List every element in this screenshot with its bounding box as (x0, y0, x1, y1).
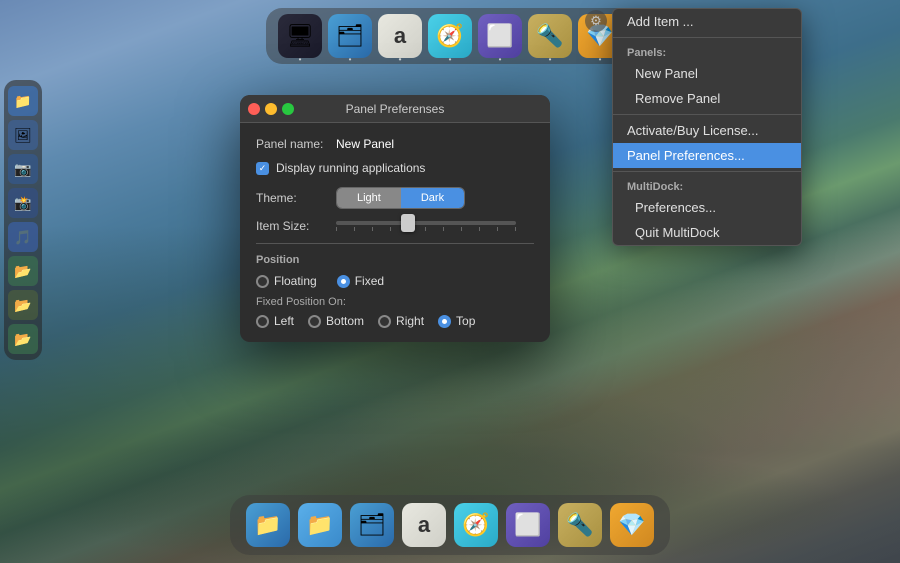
menu-multidock-header: MultiDock: (613, 175, 801, 195)
menu-add-item[interactable]: Add Item ... (613, 9, 801, 34)
theme-label: Theme: (256, 191, 336, 205)
bottom-icon-sketch[interactable]: 💎 (610, 503, 654, 547)
fixed-label: Fixed (355, 274, 384, 288)
divider-1 (256, 243, 534, 244)
dock-icon-camera[interactable]: 🔦 (528, 14, 572, 58)
left-icon-2[interactable]: 🖼 (8, 120, 38, 150)
bottom-icon-folder-blue[interactable]: 📁 (246, 503, 290, 547)
bottom-icon-safari[interactable]: 🧭 (454, 503, 498, 547)
theme-toggle: Light Dark (336, 187, 465, 209)
menu-remove-panel[interactable]: Remove Panel (613, 86, 801, 111)
fp-right-option[interactable]: Right (378, 314, 424, 328)
dialog-title: Panel Preferenses (346, 102, 445, 116)
floating-label: Floating (274, 274, 317, 288)
display-running-row: ✓ Display running applications (256, 161, 534, 175)
floating-radio[interactable] (256, 275, 269, 288)
fp-bottom-label: Bottom (326, 314, 364, 328)
bottom-icon-font[interactable]: a (402, 503, 446, 547)
dock-icon-finder[interactable]: 🗂 (328, 14, 372, 58)
display-running-label: Display running applications (276, 161, 425, 175)
position-radio-group: Floating Fixed (256, 274, 534, 288)
fixed-position-label: Fixed Position On: (256, 296, 534, 308)
menu-divider-2 (613, 114, 801, 115)
top-dock: 🖥 🗂 a 🧭 ⬜ 🔦 💎 (266, 8, 634, 64)
fp-top-radio-inner (442, 319, 447, 324)
left-icon-6[interactable]: 📂 (8, 256, 38, 286)
item-size-row: Item Size: (256, 219, 534, 233)
item-size-label: Item Size: (256, 219, 336, 233)
menu-quit[interactable]: Quit MultiDock (613, 220, 801, 245)
left-sidebar-dock: 📁 🖼 📷 📸 🎵 📂 📂 📂 (4, 80, 42, 360)
bottom-dock: 📁 📁 🗂 a 🧭 ⬜ 🔦 💎 (230, 495, 670, 555)
menu-new-panel[interactable]: New Panel (613, 61, 801, 86)
menu-trigger-icon[interactable]: ⚙ (585, 10, 607, 32)
theme-light-button[interactable]: Light (337, 188, 401, 208)
dock-icon-font[interactable]: a (378, 14, 422, 58)
fp-top-label: Top (456, 314, 475, 328)
fp-right-label: Right (396, 314, 424, 328)
fp-right-radio[interactable] (378, 315, 391, 328)
fp-bottom-radio[interactable] (308, 315, 321, 328)
left-icon-8[interactable]: 📂 (8, 324, 38, 354)
dock-icon-rect[interactable]: ⬜ (478, 14, 522, 58)
display-running-checkbox[interactable]: ✓ (256, 162, 269, 175)
menu-divider-1 (613, 37, 801, 38)
traffic-lights (248, 103, 294, 115)
panel-preferences-dialog: Panel Preferenses Panel name: New Panel … (240, 95, 550, 342)
panel-name-label: Panel name: (256, 137, 336, 151)
left-icon-4[interactable]: 📸 (8, 188, 38, 218)
fp-bottom-option[interactable]: Bottom (308, 314, 364, 328)
position-section-label: Position (256, 254, 534, 266)
fp-top-radio[interactable] (438, 315, 451, 328)
theme-dark-button[interactable]: Dark (401, 188, 464, 208)
fixed-radio-inner (341, 279, 346, 284)
left-icon-3[interactable]: 📷 (8, 154, 38, 184)
theme-row: Theme: Light Dark (256, 187, 534, 209)
panel-name-value: New Panel (336, 137, 394, 151)
bottom-icon-camera[interactable]: 🔦 (558, 503, 602, 547)
left-icon-5[interactable]: 🎵 (8, 222, 38, 252)
slider-ticks (336, 227, 516, 231)
menu-panels-header: Panels: (613, 41, 801, 61)
position-floating-option[interactable]: Floating (256, 274, 317, 288)
bottom-icon-finder[interactable]: 🗂 (350, 503, 394, 547)
dock-icon-safari[interactable]: 🧭 (428, 14, 472, 58)
minimize-button[interactable] (265, 103, 277, 115)
left-icon-7[interactable]: 📂 (8, 290, 38, 320)
fixed-position-group: Left Bottom Right Top (256, 314, 534, 328)
dialog-titlebar: Panel Preferenses (240, 95, 550, 123)
menu-divider-3 (613, 171, 801, 172)
menu-panel-preferences[interactable]: Panel Preferences... (613, 143, 801, 168)
bottom-icon-folder-teal[interactable]: 📁 (298, 503, 342, 547)
fp-left-label: Left (274, 314, 294, 328)
fixed-radio[interactable] (337, 275, 350, 288)
menu-preferences[interactable]: Preferences... (613, 195, 801, 220)
dock-icon-monitor[interactable]: 🖥 (278, 14, 322, 58)
panel-name-row: Panel name: New Panel (256, 137, 534, 151)
fp-left-option[interactable]: Left (256, 314, 294, 328)
menu-activate-license[interactable]: Activate/Buy License... (613, 118, 801, 143)
position-fixed-option[interactable]: Fixed (337, 274, 384, 288)
fp-top-option[interactable]: Top (438, 314, 475, 328)
dialog-body: Panel name: New Panel ✓ Display running … (240, 123, 550, 342)
context-menu: Add Item ... Panels: New Panel Remove Pa… (612, 8, 802, 246)
close-button[interactable] (248, 103, 260, 115)
fp-left-radio[interactable] (256, 315, 269, 328)
maximize-button[interactable] (282, 103, 294, 115)
bottom-icon-rect[interactable]: ⬜ (506, 503, 550, 547)
item-size-slider-track[interactable] (336, 221, 516, 225)
left-icon-1[interactable]: 📁 (8, 86, 38, 116)
item-size-slider-container (336, 221, 534, 231)
item-size-slider-thumb[interactable] (401, 214, 415, 232)
